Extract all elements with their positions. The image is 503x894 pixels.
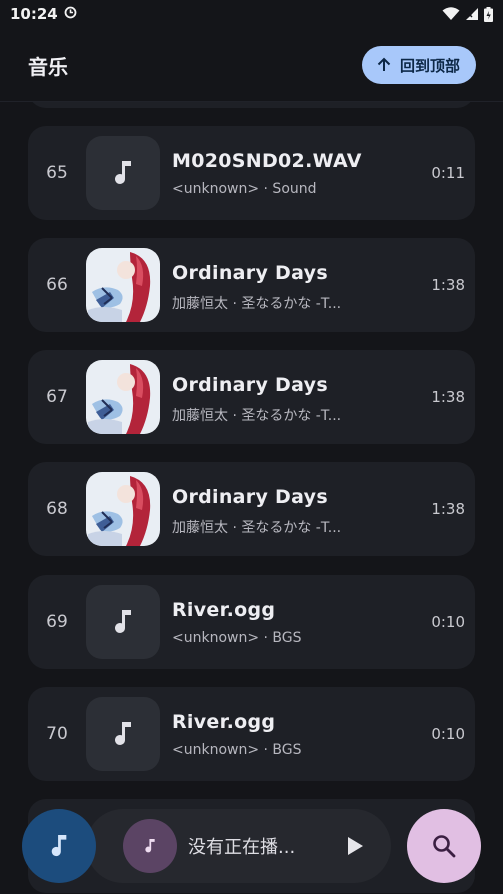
now-playing-text: 没有正在播...: [188, 837, 296, 858]
track-duration: 0:10: [431, 613, 465, 631]
track-title: Ordinary Days: [172, 262, 328, 284]
track-number: 66: [46, 275, 68, 295]
page-title: 音乐: [28, 54, 68, 79]
list-item[interactable]: 70 River.ogg <unknown> · BGS 0:10: [28, 687, 475, 781]
app-bar-divider: [0, 101, 503, 102]
music-note-icon: [115, 610, 131, 633]
track-art: [86, 136, 160, 210]
track-duration: 0:11: [431, 164, 465, 182]
track-subtitle: 加藤恒太 · 圣なるかな -T...: [172, 520, 342, 536]
search-icon: [433, 835, 456, 858]
track-art: [86, 585, 160, 659]
music-note-icon: [115, 722, 131, 745]
track-number: 70: [46, 724, 68, 744]
play-icon: [348, 837, 363, 855]
track-subtitle: <unknown> · BGS: [172, 742, 302, 758]
play-button[interactable]: [342, 833, 368, 859]
track-title: Ordinary Days: [172, 374, 328, 396]
status-bar: 10:24: [0, 0, 503, 28]
track-subtitle: 加藤恒太 · 圣なるかな -T...: [172, 296, 342, 312]
signal-icon: [466, 8, 478, 20]
back-to-top-label: 回到顶部: [399, 56, 460, 75]
app-bar: 音乐 回到顶部: [0, 28, 503, 102]
battery-icon: [484, 6, 493, 22]
mini-player[interactable]: 没有正在播...: [86, 809, 391, 883]
track-number: 69: [46, 612, 68, 632]
album-cover-image: [86, 360, 160, 434]
list-item[interactable]: 66 Ordinary Days 加藤恒太 · 圣なるかな -T... 1:38: [28, 238, 475, 332]
arrow-up-icon: [377, 57, 391, 71]
track-title: River.ogg: [172, 711, 276, 733]
music-note-icon: [115, 161, 131, 184]
track-title: Ordinary Days: [172, 486, 328, 508]
sync-icon: [64, 6, 77, 23]
track-number: 68: [46, 499, 68, 519]
track-duration: 1:38: [431, 500, 465, 518]
track-duration: 1:38: [431, 276, 465, 294]
track-title: River.ogg: [172, 599, 276, 621]
track-subtitle: <unknown> · BGS: [172, 630, 302, 646]
list-item[interactable]: 68 Ordinary Days 加藤恒太 · 圣なるかな -T... 1:38: [28, 462, 475, 556]
track-art: [86, 697, 160, 771]
track-number: 65: [46, 163, 68, 183]
album-cover-image: [86, 472, 160, 546]
track-subtitle: 加藤恒太 · 圣なるかな -T...: [172, 408, 342, 424]
music-library-button[interactable]: [22, 809, 96, 883]
album-cover-image: [86, 248, 160, 322]
music-note-icon: [145, 839, 155, 853]
status-time: 10:24: [10, 5, 58, 23]
music-note-icon: [51, 835, 67, 857]
player-artwork: [123, 819, 177, 873]
track-duration: 0:10: [431, 725, 465, 743]
wifi-icon: [442, 7, 460, 20]
list-item[interactable]: 67 Ordinary Days 加藤恒太 · 圣なるかな -T... 1:38: [28, 350, 475, 444]
track-number: 67: [46, 387, 68, 407]
list-item[interactable]: 69 River.ogg <unknown> · BGS 0:10: [28, 575, 475, 669]
track-subtitle: <unknown> · Sound: [172, 181, 317, 197]
back-to-top-button[interactable]: 回到顶部: [361, 46, 476, 84]
track-duration: 1:38: [431, 388, 465, 406]
track-list: 65 M020SND02.WAV <unknown> · Sound 0:11 …: [0, 0, 503, 894]
search-button[interactable]: [407, 809, 481, 883]
list-item[interactable]: 65 M020SND02.WAV <unknown> · Sound 0:11: [28, 126, 475, 220]
track-title: M020SND02.WAV: [172, 150, 362, 172]
